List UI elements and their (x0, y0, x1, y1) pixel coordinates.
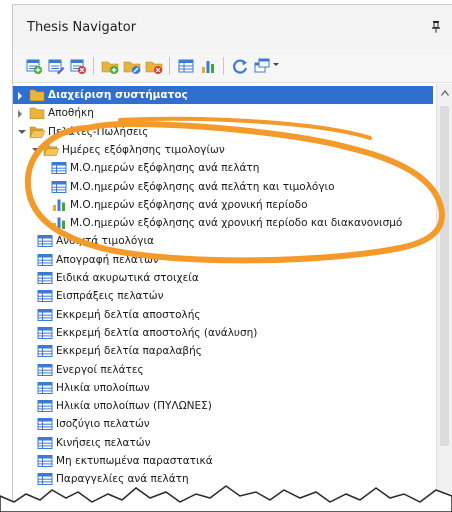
tree-item[interactable]: Ισοζύγιο πελατών (13, 415, 433, 433)
tree-item[interactable]: Ηλικία υπολοίπων (ΠΥΛΩΝΕΣ) (13, 397, 433, 415)
table-icon (37, 324, 53, 342)
table-icon (37, 306, 53, 324)
tree-item[interactable]: Μη εκτυπωμένα παραστατικά (13, 452, 433, 470)
navigator-tree: Διαχείριση συστήματος Αποθήκη Πελάτες-Πωλή… (13, 84, 437, 512)
toolbar-separator (169, 57, 170, 75)
tree-item[interactable]: Κινήσεις πελατών (13, 434, 433, 452)
tree-item[interactable]: Μ.Ο.ημερών εξόφλησης ανά χρονική περίοδο (13, 196, 433, 214)
folder-open-icon (43, 141, 59, 159)
tree-item[interactable]: Ημέρες εξόφλησης τιμολογίων (13, 141, 433, 159)
table-icon (51, 159, 67, 177)
toolbar-separator (93, 57, 94, 75)
tree-item[interactable]: Εκκρεμή δελτία αποστολής (13, 306, 433, 324)
title-bar: Thesis Navigator (13, 5, 452, 49)
panel-title: Thesis Navigator (27, 20, 137, 35)
chevron-up-icon[interactable] (441, 90, 449, 96)
tree-item-label: Ειδικά ακυρωτικά στοιχεία (56, 272, 199, 284)
edit-folder-icon[interactable] (123, 57, 141, 75)
tree-item[interactable]: Ειδικά ακυρωτικά στοιχεία (13, 269, 433, 287)
tree-item[interactable]: Μ.Ο.ημερών εξόφλησης ανά πελάτη και τιμο… (13, 178, 433, 196)
table-icon (37, 269, 53, 287)
tree-item[interactable]: Εισπράξεις πελατών (13, 287, 433, 305)
tree-item[interactable]: Αποθήκη (13, 104, 433, 122)
folder-icon (29, 104, 45, 122)
tree-item[interactable]: Διαχείριση συστήματος (13, 86, 433, 104)
chevron-right-icon[interactable] (18, 110, 22, 119)
tree-item-label: Ηλικία υπολοίπων (ΠΥΛΩΝΕΣ) (56, 400, 212, 413)
thesis-navigator-panel: Thesis Navigator Διαχείριση συστήματος Α… (12, 4, 452, 512)
tree-item-label: Μ.Ο.ημερών εξόφλησης ανά πελάτη και τιμο… (70, 180, 335, 193)
tree-item-label: Ανοιχτά τιμολόγια (56, 235, 154, 248)
bar-chart-icon (51, 196, 67, 214)
tree-item-label: Κινήσεις πελατών (56, 436, 151, 449)
tree-item[interactable]: Παραγγελίες ανά πελάτη (13, 470, 433, 488)
tree-item-label: Απογραφή πελατών (56, 253, 159, 266)
tree-item-label: Ισοζύγιο πελατών (56, 418, 150, 431)
folder-icon (29, 86, 45, 104)
window-layout-icon[interactable] (253, 57, 271, 75)
tree-item[interactable]: Εκκρεμή δελτία αποστολής (ανάλυση) (13, 324, 433, 342)
tree-item[interactable]: Μ.Ο.ημερών εξόφλησης ανά πελάτη (13, 159, 433, 177)
tree-item-label: Διαχείριση συστήματος (48, 89, 188, 101)
tree-item-label: Παραγγελίες ανά πελάτη (56, 473, 189, 486)
table-icon (37, 434, 53, 452)
tree-item-label: Εκκρεμή δελτία παραλαβής (56, 345, 202, 358)
tree-item-label: Μ.Ο.ημερών εξόφλησης ανά χρονική περίοδο… (70, 217, 403, 230)
tree-item-label: Μ.Ο.ημερών εξόφλησης ανά χρονική περίοδο (70, 198, 308, 211)
refresh-icon[interactable] (231, 57, 249, 75)
table-icon (37, 342, 53, 360)
tree-item[interactable]: Απογραφή πελατών (13, 251, 433, 269)
chevron-down-icon[interactable] (32, 147, 40, 152)
tree-item-label: Μ.Ο.ημερών εξόφλησης ανά πελάτη (70, 162, 260, 175)
tree-item-label: Μη εκτυπωμένα παραστατικά (56, 455, 213, 467)
add-folder-icon[interactable] (101, 57, 119, 75)
tree-item-label: Εισπράξεις πελατών (56, 290, 164, 303)
delete-folder-icon[interactable] (145, 57, 163, 75)
table-icon (37, 361, 53, 379)
table-icon (37, 452, 53, 470)
tree-item-label: Πελάτες-Πωλήσεις (48, 125, 149, 138)
vertical-scrollbar[interactable] (436, 84, 452, 512)
tree-item[interactable]: Ενεργοί πελάτες (13, 361, 433, 379)
bar-chart-icon[interactable] (199, 57, 217, 75)
table-icon (37, 415, 53, 433)
chevron-right-icon[interactable] (18, 92, 22, 100)
tree-item-label: Αποθήκη (48, 107, 94, 120)
table-icon (37, 251, 53, 269)
tree-item-label: Ηλικία υπολοίπων (56, 381, 150, 394)
table-icon (37, 287, 53, 305)
tree-item[interactable]: Εκκρεμή δελτία παραλαβής (13, 342, 433, 360)
chevron-down-icon[interactable] (18, 129, 26, 134)
table-icon (37, 470, 53, 488)
toolbar-separator (223, 57, 224, 75)
table-view-icon[interactable] (177, 57, 195, 75)
folder-open-icon (29, 123, 45, 141)
pin-icon[interactable] (432, 21, 440, 33)
bar-chart-icon (51, 214, 67, 232)
tree-item-label: Ενεργοί πελάτες (56, 363, 144, 376)
chevron-down-icon[interactable] (273, 63, 279, 66)
add-document-icon[interactable] (25, 57, 43, 75)
table-icon (37, 232, 53, 250)
table-icon (37, 397, 53, 415)
tree-item[interactable]: Μ.Ο.ημερών εξόφλησης ανά χρονική περίοδο… (13, 214, 433, 232)
tree-item-label: Εκκρεμή δελτία αποστολής (ανάλυση) (56, 326, 258, 339)
delete-document-icon[interactable] (69, 57, 87, 75)
table-icon (51, 178, 67, 196)
table-icon (37, 379, 53, 397)
tree-item[interactable]: Ανοιχτά τιμολόγια (13, 232, 433, 250)
tree-item-label: Εκκρεμή δελτία αποστολής (56, 308, 201, 321)
toolbar (13, 49, 452, 83)
edit-document-icon[interactable] (47, 57, 65, 75)
scroll-thumb[interactable] (440, 106, 449, 446)
tree-item[interactable]: Ηλικία υπολοίπων (13, 379, 433, 397)
tree-item[interactable]: Πελάτες-Πωλήσεις (13, 123, 433, 141)
tree-item-label: Ημέρες εξόφλησης τιμολογίων (62, 143, 225, 156)
